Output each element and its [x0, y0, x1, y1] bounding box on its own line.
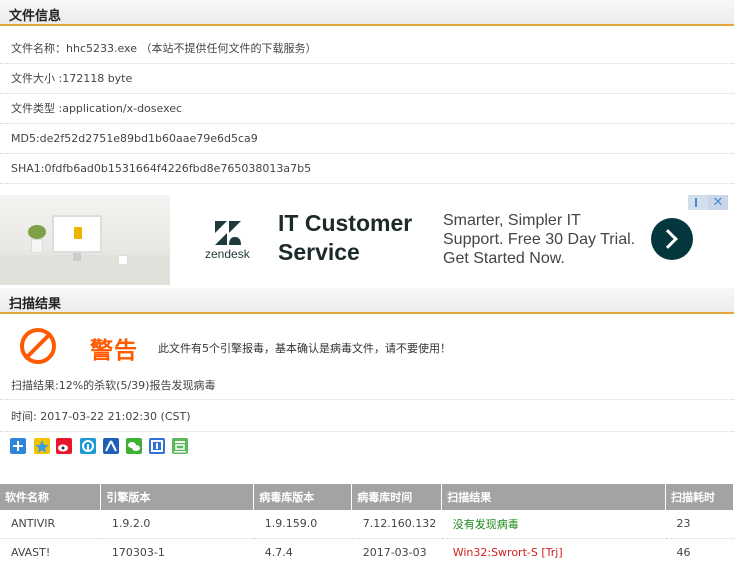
wechat-icon[interactable]	[126, 438, 142, 454]
scan-result-header: 扫描结果	[0, 288, 734, 314]
col-db-time: 病毒库时间	[351, 484, 443, 510]
file-size-row: 文件大小 :172118 byte	[0, 64, 734, 94]
douban-icon[interactable]	[172, 438, 188, 454]
engine-version-cell: 1.9.2.0	[100, 510, 254, 539]
col-scan-duration: 扫描耗时	[665, 484, 734, 510]
paipai-icon[interactable]	[80, 438, 96, 454]
chevron-right-icon	[658, 229, 678, 249]
col-scan-result: 扫描结果	[441, 484, 667, 510]
qzone-star-icon[interactable]	[34, 438, 50, 454]
file-info-header: 文件信息	[0, 0, 734, 26]
software-name-cell: ANTIVIR	[0, 510, 101, 539]
file-type-row: 文件类型 :application/x-dosexec	[0, 94, 734, 124]
tieba-icon[interactable]	[149, 438, 165, 454]
ad-body: Smarter, Simpler IT Support. Free 30 Day…	[443, 212, 636, 267]
scan-duration-cell: 46	[665, 538, 734, 566]
weibo-icon[interactable]	[56, 438, 72, 454]
table-row: ANTIVIR 1.9.2.0 1.9.159.0 7.12.160.132 没…	[0, 510, 734, 539]
table-header-row: 软件名称 引擎版本 病毒库版本 病毒库时间 扫描结果 扫描耗时	[0, 484, 734, 510]
warning-text: 此文件有5个引擎报毒，基本确认是病毒文件，请不要使用！	[158, 342, 451, 355]
scan-result-title: 扫描结果	[9, 297, 62, 312]
ad-office-photo	[0, 195, 170, 285]
col-engine-version: 引擎版本	[100, 484, 255, 510]
scan-result-cell: 没有发现病毒	[441, 510, 666, 539]
software-name-cell: AVAST!	[0, 538, 101, 566]
col-software-name: 软件名称	[0, 484, 102, 510]
scan-results-table: 软件名称 引擎版本 病毒库版本 病毒库时间 扫描结果 扫描耗时 ANTIVIR …	[0, 484, 734, 566]
scan-summary: 扫描结果:12%的杀软(5/39)报告发现病毒	[0, 370, 734, 400]
zendesk-brand-text: zendesk	[205, 247, 250, 261]
warning-title: 警告	[90, 338, 138, 364]
db-time-cell: 2017-03-03	[351, 538, 442, 566]
zendesk-logo-icon	[215, 221, 241, 245]
db-version-cell: 1.9.159.0	[253, 510, 352, 539]
ad-choices-badge[interactable]: ✕	[688, 195, 728, 210]
ad-title: IT Customer Service	[278, 210, 413, 265]
file-info-title: 文件信息	[9, 9, 62, 24]
db-version-cell: 4.7.4	[253, 538, 352, 566]
ad-info-icon[interactable]	[688, 195, 708, 210]
md5-row: MD5:de2f52d2751e89bd1b60aae79e6d5ca9	[0, 124, 734, 154]
db-time-cell: 7.12.160.132	[351, 510, 442, 539]
zendesk-ad-banner[interactable]: zendesk IT Customer Service Smarter, Sim…	[0, 195, 728, 285]
table-row: AVAST! 170303-1 4.7.4 2017-03-03 Win32:S…	[0, 538, 734, 566]
scan-result-cell: Win32:Swrort-S [Trj]	[441, 538, 666, 566]
col-db-version: 病毒库版本	[253, 484, 353, 510]
ad-next-button[interactable]	[651, 218, 693, 260]
zendesk-logo: zendesk	[205, 221, 253, 271]
prohibited-icon	[20, 328, 56, 364]
ad-close-icon[interactable]: ✕	[708, 195, 728, 210]
scan-time: 时间: 2017-03-22 21:02:30 (CST)	[0, 400, 734, 432]
file-name-row: 文件名称：hhc5233.exe （本站不提供任何文件的下载服务）	[0, 34, 734, 64]
scan-duration-cell: 23	[665, 510, 734, 539]
plus-share-icon[interactable]	[10, 438, 26, 454]
sha1-row: SHA1:0fdfb6ad0b1531664f4226fbd8e76503801…	[0, 154, 734, 184]
engine-version-cell: 170303-1	[100, 538, 254, 566]
renren-icon[interactable]	[103, 438, 119, 454]
